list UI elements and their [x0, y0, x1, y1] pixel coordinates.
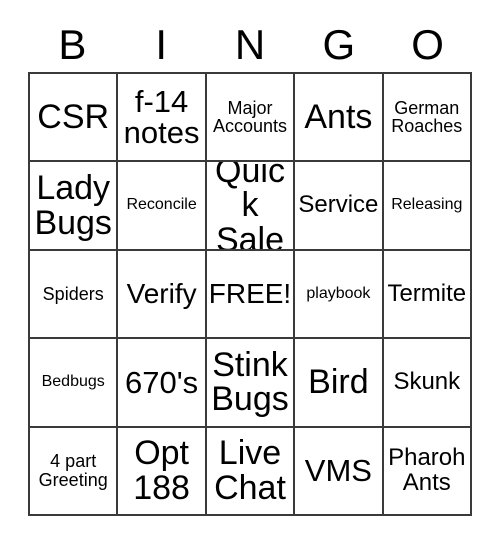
bingo-cell[interactable]: Quick Sale: [206, 162, 296, 251]
bingo-cell-label: playbook: [306, 284, 371, 302]
bingo-cell[interactable]: playbook: [295, 250, 384, 340]
bingo-header-row: B I N G O: [28, 18, 472, 72]
bingo-cell-label: Skunk: [393, 368, 461, 396]
bingo-header-letter-o: O: [411, 21, 444, 68]
bingo-cell[interactable]: Spiders: [30, 250, 119, 340]
bingo-cell-label: Ants: [304, 97, 373, 136]
bingo-cell[interactable]: Bird: [295, 339, 384, 428]
bingo-cell[interactable]: Ants: [295, 74, 384, 163]
bingo-cell[interactable]: Pharoh Ants: [383, 427, 472, 516]
bingo-cell-label: Opt 188: [133, 434, 190, 507]
bingo-cell-label: VMS: [304, 452, 372, 488]
bingo-cell-label: Stink Bugs: [211, 345, 289, 419]
bingo-cell-label: f-14 notes: [123, 83, 200, 151]
bingo-cell[interactable]: Reconcile: [118, 162, 207, 251]
bingo-header-letter-i: I: [155, 21, 168, 68]
bingo-cell-label: German Roaches: [391, 97, 463, 137]
bingo-cell[interactable]: Releasing: [383, 162, 472, 251]
bingo-cell[interactable]: Skunk: [383, 339, 472, 428]
bingo-cell[interactable]: CSR: [30, 74, 119, 163]
bingo-cell[interactable]: German Roaches: [383, 74, 472, 163]
bingo-cell[interactable]: f-14 notes: [118, 74, 207, 163]
bingo-cell-label: Releasing: [391, 196, 463, 214]
bingo-header-letter-b: B: [58, 21, 87, 68]
bingo-cell[interactable]: Opt 188: [118, 427, 207, 516]
bingo-card: B I N G O CSR f-14 notes Major Accounts …: [0, 0, 500, 544]
bingo-cell[interactable]: Verify: [118, 250, 207, 340]
bingo-cell-label: Bedbugs: [41, 373, 105, 391]
bingo-cell[interactable]: Live Chat: [206, 427, 296, 516]
bingo-cell[interactable]: Major Accounts: [206, 74, 296, 163]
bingo-cell-label: Reconcile: [126, 196, 197, 214]
bingo-header-letter-n: N: [234, 21, 266, 68]
bingo-cell-label: Quick Sale: [215, 162, 285, 251]
bingo-cell-label: Verify: [126, 277, 197, 309]
bingo-cell-label: CSR: [37, 97, 110, 136]
bingo-cell-label: Spiders: [42, 283, 104, 304]
bingo-cell-label: Live Chat: [214, 434, 286, 507]
bingo-cell-label: Lady Bugs: [34, 168, 112, 242]
bingo-cell[interactable]: Stink Bugs: [206, 339, 296, 428]
bingo-cell-label: Bird: [308, 363, 369, 402]
bingo-header-letter-g: G: [322, 21, 356, 68]
bingo-cell-label: Service: [298, 191, 379, 219]
bingo-cell-label: 670's: [125, 364, 199, 400]
bingo-free-space-label: FREE!: [208, 277, 292, 309]
bingo-cell-label: Major Accounts: [212, 97, 288, 137]
bingo-cell-label: 4 part Greeting: [38, 451, 108, 490]
bingo-cell[interactable]: Bedbugs: [30, 339, 119, 428]
bingo-cell[interactable]: VMS: [295, 427, 384, 516]
bingo-cell[interactable]: Service: [295, 162, 384, 251]
bingo-cell[interactable]: Lady Bugs: [30, 162, 119, 251]
bingo-cell[interactable]: 4 part Greeting: [30, 427, 119, 516]
bingo-cell-label: Termite: [387, 279, 467, 307]
bingo-cell-label: Pharoh Ants: [388, 444, 466, 496]
bingo-grid: CSR f-14 notes Major Accounts Ants Germa…: [28, 72, 472, 516]
bingo-free-space[interactable]: FREE!: [206, 250, 296, 340]
bingo-cell[interactable]: Termite: [383, 250, 472, 340]
bingo-cell[interactable]: 670's: [118, 339, 207, 428]
